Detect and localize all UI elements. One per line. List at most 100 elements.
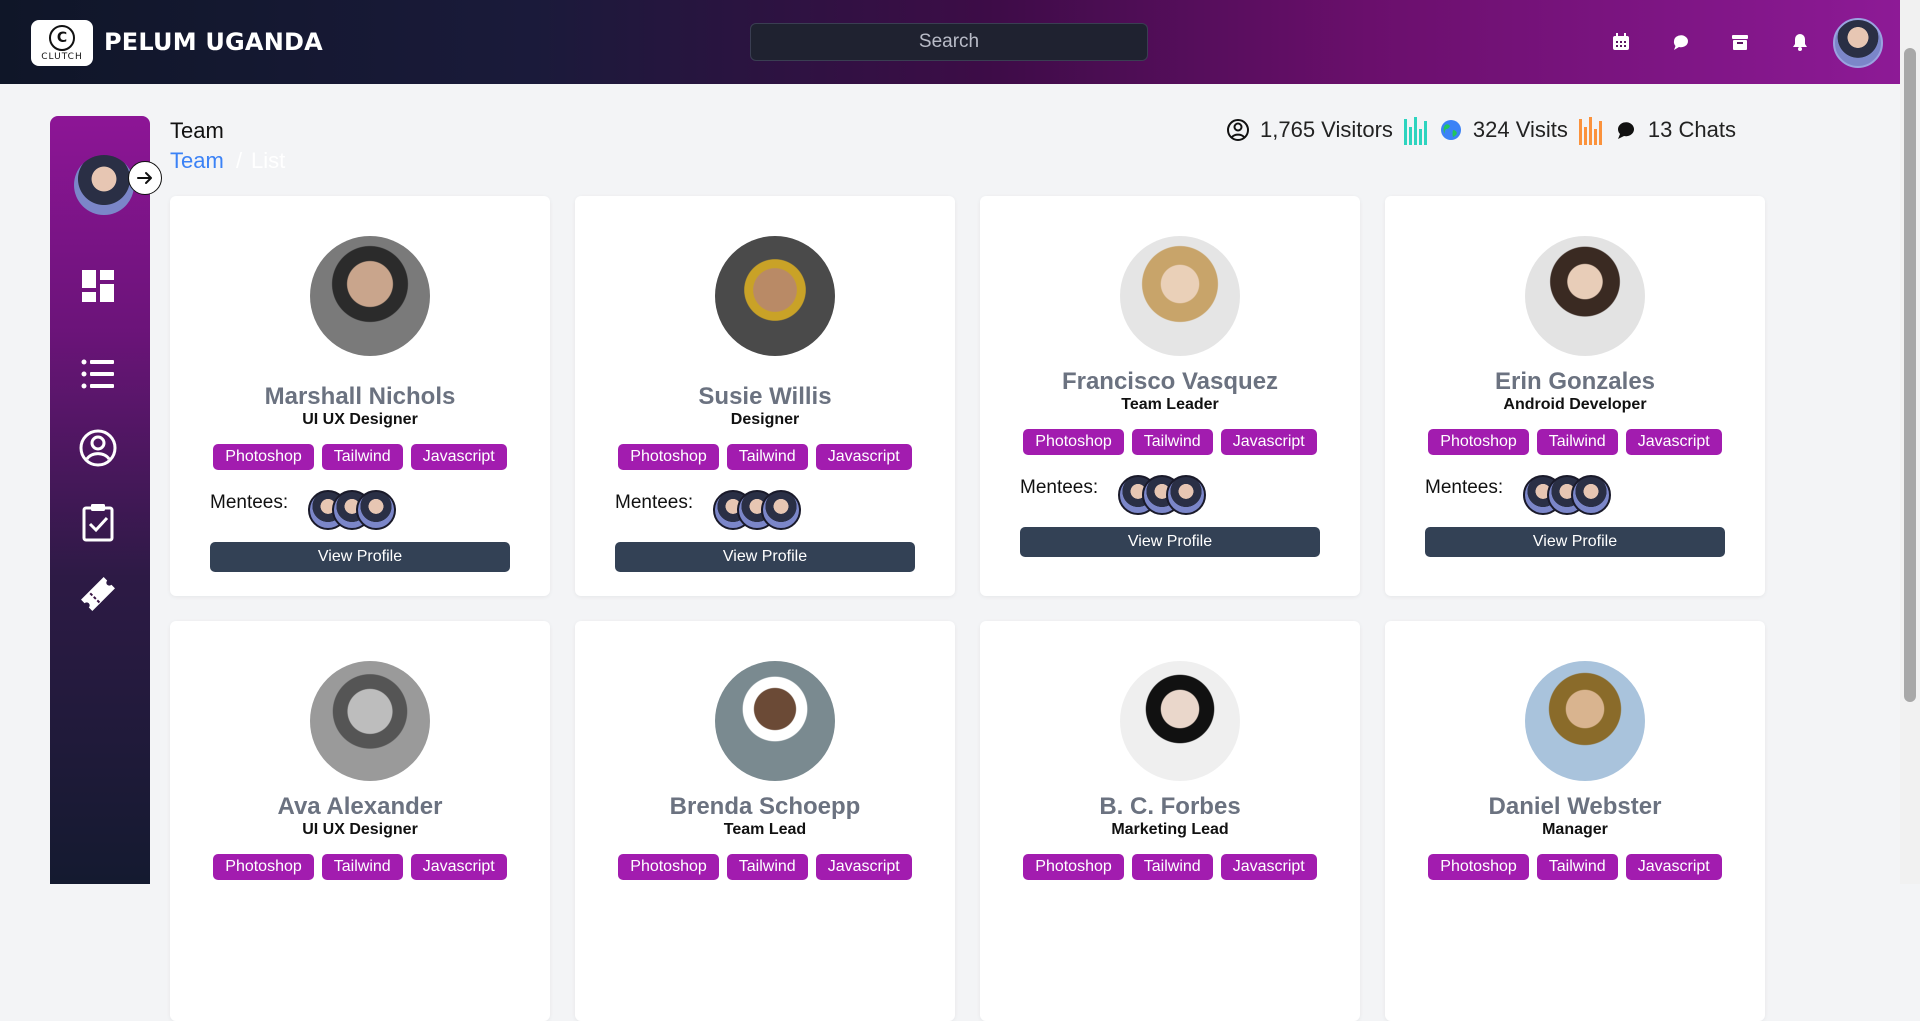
member-name: Marshall Nichols	[264, 383, 456, 410]
member-name: Susie Willis	[698, 383, 832, 410]
team-member-card: Francisco Vasquez Team Leader Photoshop Tai…	[980, 196, 1360, 596]
logo-text: CLUTCH	[41, 51, 83, 62]
skill-tag: Tailwind	[1536, 429, 1618, 455]
skill-tag: Photoshop	[213, 854, 314, 880]
skill-tag: Javascript	[815, 854, 912, 880]
visitors-count: 1,765 Visitors	[1260, 117, 1393, 142]
mentee-avatar[interactable]	[356, 490, 396, 530]
skill-tag: Javascript	[1220, 429, 1317, 455]
skill-tag: Tailwind	[726, 854, 808, 880]
bar-chart-icon	[1403, 117, 1427, 145]
member-avatar	[310, 661, 430, 781]
member-role: Marketing Lead	[1111, 821, 1229, 838]
member-name: B. C. Forbes	[1099, 793, 1241, 820]
mentees-label: Mentees:	[210, 492, 289, 513]
member-role: Manager	[1542, 821, 1608, 838]
skill-tags: Photoshop Tailwind Javascript	[1385, 429, 1765, 455]
arrow-right-icon	[137, 172, 152, 184]
view-profile-button[interactable]: View Profile	[1020, 527, 1320, 557]
calendar-icon[interactable]	[1611, 32, 1631, 52]
member-name: Daniel Webster	[1488, 793, 1662, 820]
page-title: Team	[170, 118, 224, 143]
user-circle-icon	[1227, 119, 1249, 141]
brand-name: PELUM UGANDA	[104, 28, 323, 56]
skill-tag: Javascript	[410, 444, 507, 470]
mentee-avatar[interactable]	[1166, 475, 1206, 515]
view-profile-button[interactable]: View Profile	[1425, 527, 1725, 557]
sidebar-avatar[interactable]	[74, 155, 134, 215]
skill-tag: Tailwind	[1536, 854, 1618, 880]
team-member-card: Brenda Schoepp Team Lead Photoshop Tailwind…	[575, 621, 955, 1021]
member-role: UI UX Designer	[302, 821, 418, 838]
clipboard-check-icon[interactable]	[78, 502, 118, 542]
skill-tag: Javascript	[815, 444, 912, 470]
member-role: Designer	[730, 411, 800, 428]
mentees-label: Mentees:	[615, 492, 694, 513]
search-input[interactable]	[750, 23, 1148, 61]
member-avatar	[1120, 661, 1240, 781]
dashboard-icon[interactable]	[78, 266, 118, 306]
member-role: UI UX Designer	[302, 411, 418, 428]
user-circle-icon[interactable]	[78, 428, 118, 468]
skill-tags: Photoshop Tailwind Javascript	[980, 854, 1360, 880]
skill-tag: Photoshop	[618, 444, 719, 470]
bell-icon[interactable]	[1790, 32, 1810, 52]
skill-tags: Photoshop Tailwind Javascript	[1385, 854, 1765, 880]
brand-logo[interactable]: C CLUTCH	[31, 20, 93, 66]
team-member-card: Ava Alexander UI UX Designer Photoshop Tail…	[170, 621, 550, 1021]
skill-tag: Javascript	[1625, 429, 1722, 455]
user-avatar[interactable]	[1833, 18, 1883, 68]
team-member-card: B. C. Forbes Marketing Lead Photoshop Tailw…	[980, 621, 1360, 1021]
member-name: Ava Alexander	[277, 793, 443, 820]
member-name: Brenda Schoepp	[669, 793, 861, 820]
mentee-avatar[interactable]	[761, 490, 801, 530]
skill-tag: Photoshop	[213, 444, 314, 470]
top-navbar: C CLUTCH PELUM UGANDA	[0, 0, 1900, 84]
skill-tag: Photoshop	[1023, 854, 1124, 880]
skill-tag: Javascript	[1625, 854, 1722, 880]
mentee-avatars	[308, 490, 408, 530]
team-member-card: Marshall Nichols UI UX Designer Photoshop T…	[170, 196, 550, 596]
ticket-icon[interactable]	[78, 574, 118, 614]
chat-icon[interactable]	[1671, 32, 1691, 52]
stats-bar: 1,765 Visitors 324 Visits 13 Chats	[1226, 115, 1736, 145]
list-icon[interactable]	[78, 354, 118, 394]
member-avatar	[715, 236, 835, 356]
skill-tag: Javascript	[410, 854, 507, 880]
skill-tags: Photoshop Tailwind Javascript	[170, 854, 550, 880]
expand-sidebar-button[interactable]	[128, 161, 162, 195]
scrollbar-thumb[interactable]	[1904, 48, 1916, 702]
mentees-label: Mentees:	[1425, 477, 1504, 498]
breadcrumb-team-link[interactable]: Team	[170, 148, 224, 174]
mentee-avatars	[1118, 475, 1218, 515]
view-profile-button[interactable]: View Profile	[210, 542, 510, 572]
chat-icon	[1617, 122, 1634, 139]
team-member-card: Daniel Webster Manager Photoshop Tailwind Ja…	[1385, 621, 1765, 1021]
member-name: Francisco Vasquez	[1061, 368, 1279, 395]
member-avatar	[1120, 236, 1240, 356]
visits-count: 324 Visits	[1472, 117, 1568, 142]
mentees-label: Mentees:	[1020, 477, 1099, 498]
breadcrumb-current: List	[251, 148, 286, 173]
member-avatar	[310, 236, 430, 356]
archive-icon[interactable]	[1730, 32, 1750, 52]
member-avatar	[1525, 661, 1645, 781]
mentee-avatars	[713, 490, 813, 530]
mentee-avatars	[1523, 475, 1623, 515]
skill-tag: Tailwind	[1131, 854, 1213, 880]
skill-tags: Photoshop Tailwind Javascript	[575, 444, 955, 470]
skill-tags: Photoshop Tailwind Javascript	[575, 854, 955, 880]
skill-tag: Photoshop	[618, 854, 719, 880]
skill-tag: Tailwind	[321, 854, 403, 880]
globe-icon	[1440, 120, 1461, 140]
view-profile-button[interactable]: View Profile	[615, 542, 915, 572]
member-role: Team Lead	[723, 821, 807, 838]
team-member-card: Erin Gonzales Android Developer Photoshop T…	[1385, 196, 1765, 596]
skill-tag: Tailwind	[321, 444, 403, 470]
skill-tags: Photoshop Tailwind Javascript	[170, 444, 550, 470]
member-avatar	[715, 661, 835, 781]
mentee-avatar[interactable]	[1571, 475, 1611, 515]
skill-tag: Javascript	[1220, 854, 1317, 880]
member-role: Android Developer	[1503, 396, 1647, 413]
skill-tag: Photoshop	[1428, 854, 1529, 880]
